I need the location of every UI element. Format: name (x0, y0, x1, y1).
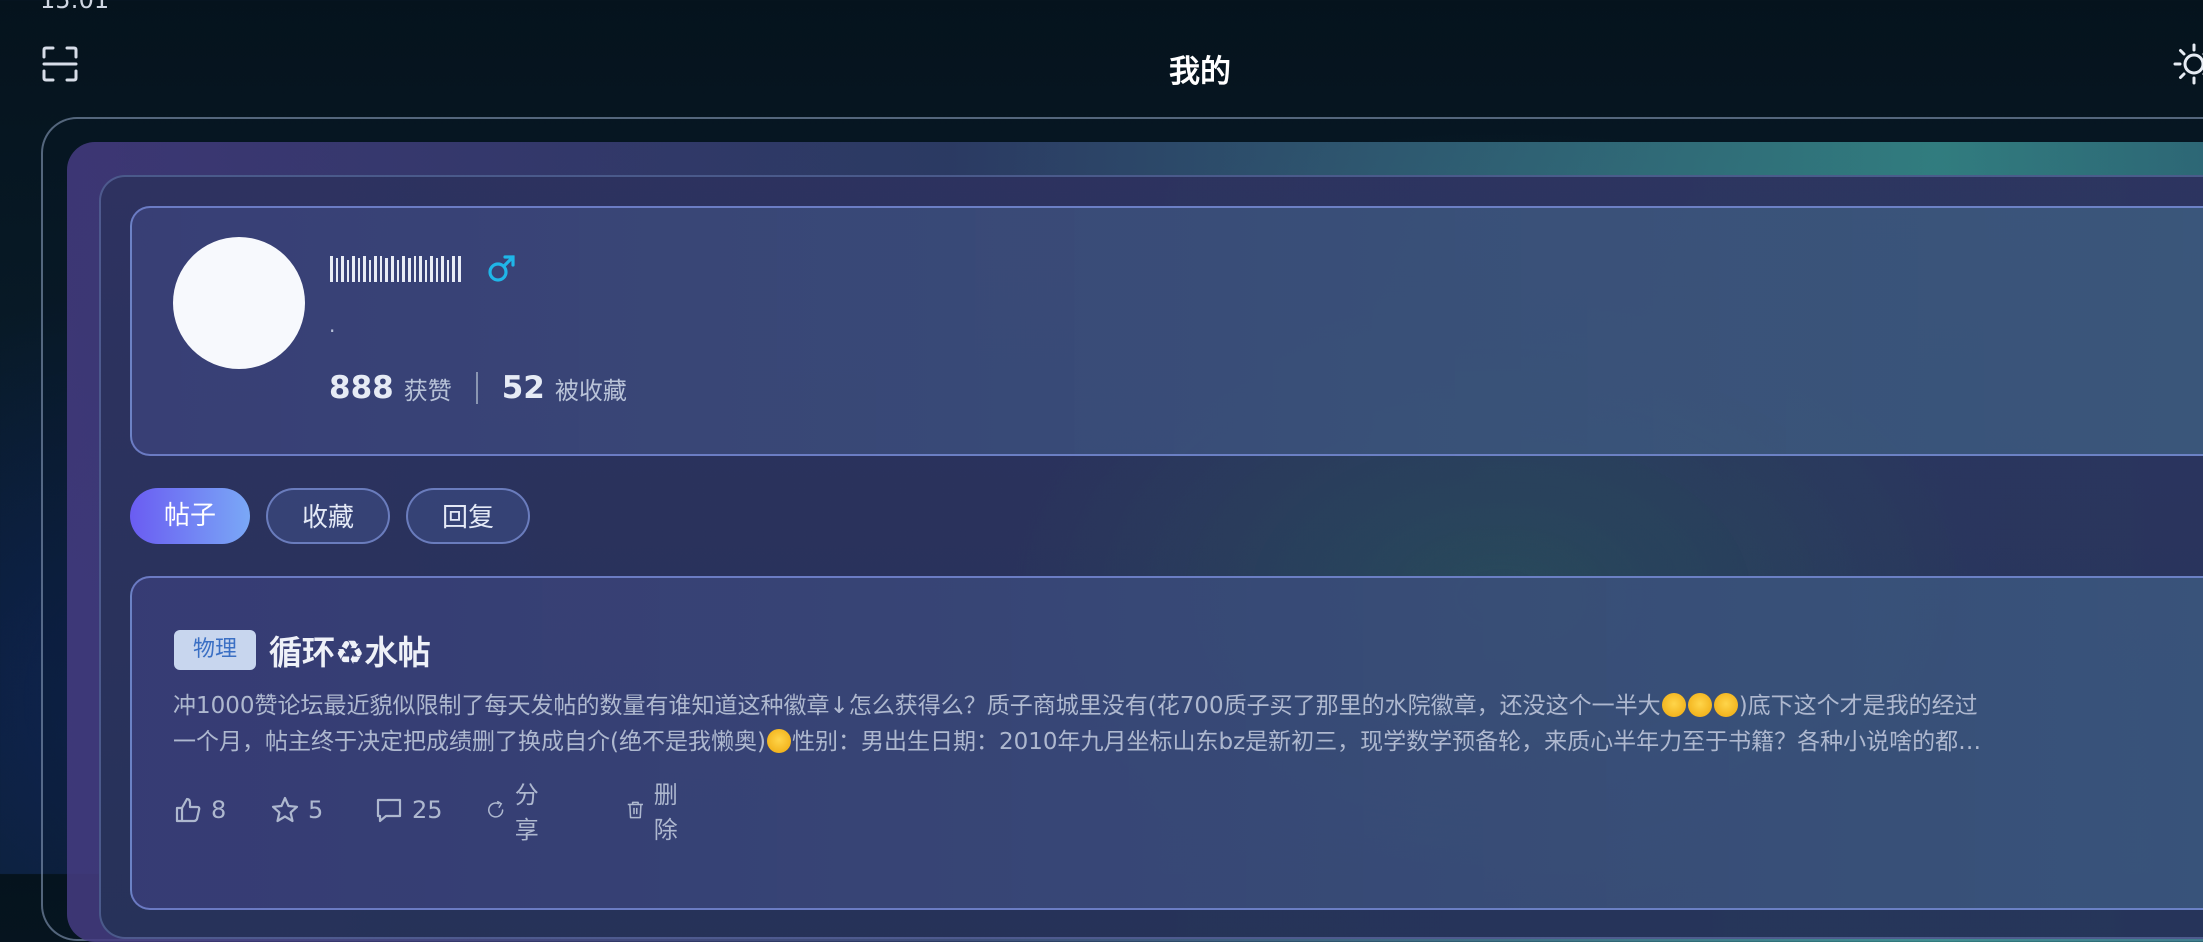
profile-stats: 888 获赞 52 被收藏 (329, 370, 627, 406)
post-title-part1: 循环 (269, 633, 335, 672)
profile-card (130, 206, 2203, 456)
recycle-icon: ♻ (335, 633, 365, 672)
avatar[interactable] (173, 237, 305, 369)
favorites-count: 52 (501, 370, 545, 406)
post-body-line2-text: 一个月，帖主终于决定把成绩删了换成自介(绝不是我懒奥) (173, 729, 766, 755)
bio-text: . (329, 313, 336, 337)
thumbs-up-icon (175, 797, 201, 823)
delete-button[interactable]: 删除 (625, 781, 687, 844)
like-count: 8 (211, 796, 227, 824)
username (330, 254, 474, 284)
likes-count: 888 (329, 370, 394, 406)
tab-favorites[interactable]: 收藏 (266, 488, 390, 544)
trash-icon (627, 801, 643, 819)
star-count: 5 (308, 796, 324, 824)
delete-label: 删除 (653, 781, 678, 844)
like-button[interactable]: 8 (173, 792, 226, 828)
post-body-line1: 冲1000赞论坛最近貌似限制了每天发帖的数量有谁知道这种徽章↓怎么获得么？质子商… (173, 688, 2163, 724)
tab-posts[interactable]: 帖子 (130, 488, 250, 544)
share-label: 分享 (514, 781, 539, 844)
star-icon (271, 796, 299, 823)
comment-button[interactable]: 25 (374, 792, 443, 828)
status-time: 15:01 (40, 0, 110, 14)
favorites-label: 被收藏 (554, 376, 627, 405)
male-icon (486, 252, 516, 284)
share-icon (488, 800, 504, 818)
nerd-emoji-icon (766, 729, 791, 753)
comment-icon (376, 798, 402, 823)
crying-emoji-icon (1687, 693, 1712, 717)
crying-emoji-icon (1661, 693, 1686, 717)
tab-replies[interactable]: 回复 (406, 488, 530, 544)
top-bar: 我的 (0, 30, 2203, 100)
share-button[interactable]: 分享 (486, 781, 548, 844)
post-body-line1-tail: )底下这个才是我的经过 (1738, 693, 1978, 719)
stat-divider (475, 372, 478, 404)
star-button[interactable]: 5 (270, 792, 323, 828)
sun-icon[interactable] (2172, 42, 2203, 86)
post-title-part2: 水帖 (364, 633, 431, 672)
post-category-tag[interactable]: 物理 (174, 630, 256, 670)
comment-count: 25 (412, 796, 443, 824)
post-title[interactable]: 循环♻水帖 (269, 626, 431, 674)
post-body-line2-tail: 性别：男出生日期：2010年九月坐标山东bz是新初三，现学数学预备轮，来质心半年… (791, 729, 1982, 755)
post-body-line2: 一个月，帖主终于决定把成绩删了换成自介(绝不是我懒奥) 性别：男出生日期：2010… (173, 724, 2163, 760)
post-body[interactable]: 冲1000赞论坛最近貌似限制了每天发帖的数量有谁知道这种徽章↓怎么获得么？质子商… (173, 688, 2163, 760)
page-title: 我的 (1169, 54, 1231, 90)
post-body-line1-text: 冲1000赞论坛最近貌似限制了每天发帖的数量有谁知道这种徽章↓怎么获得么？质子商… (173, 693, 1661, 719)
likes-label: 获赞 (403, 376, 452, 405)
crying-emoji-icon (1713, 693, 1738, 717)
